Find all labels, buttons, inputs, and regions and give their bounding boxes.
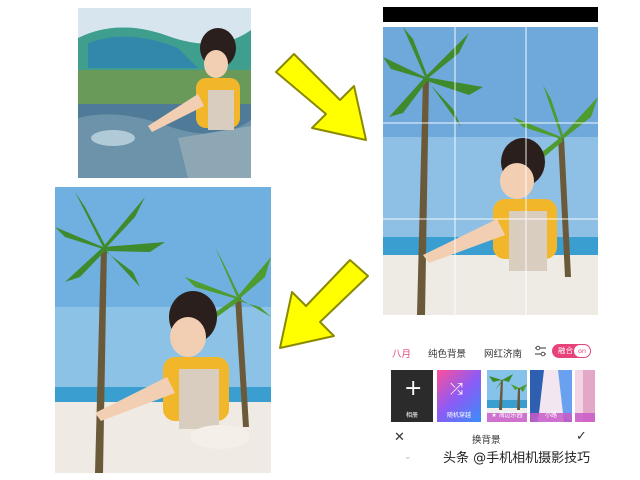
close-icon[interactable]: ✕ — [394, 430, 405, 445]
thumbnail-label: 小路 — [544, 412, 557, 419]
thumbnail-label: 随机穿越 — [446, 412, 471, 419]
plus-icon: + — [404, 376, 423, 401]
chevron-down-icon[interactable]: ⌄ — [404, 452, 412, 462]
arrow-left-down-icon — [279, 259, 369, 349]
background-tabs: 八月 纯色背景 网红济南 融合 on — [380, 342, 598, 362]
shuffle-icon: ⤮ — [450, 379, 463, 398]
tab-jinan[interactable]: 网红济南 — [484, 346, 522, 360]
beach-park-thumbnail[interactable]: ★ 海边乐园 — [487, 370, 527, 422]
partial-thumbnail[interactable] — [575, 370, 595, 422]
check-icon[interactable]: ✓ — [576, 429, 587, 444]
background-editor-panel: 八月 纯色背景 网红济南 融合 on + 相册 ⤮ 随机穿越 ★ 海边乐园 小路… — [380, 0, 598, 480]
editor-canvas[interactable] — [383, 27, 598, 315]
tab-august[interactable]: 八月 — [392, 346, 411, 360]
status-bar — [383, 7, 598, 22]
random-travel-thumbnail[interactable]: ⤮ 随机穿越 — [437, 370, 481, 422]
original-photo — [78, 8, 251, 178]
thumbnail-label: ★ 海边乐园 — [491, 412, 523, 419]
tab-solid-background[interactable]: 纯色背景 — [428, 346, 466, 360]
watermark: 头条 @手机相机摄影技巧 — [440, 449, 634, 469]
bottom-title: 换背景 — [472, 435, 501, 446]
result-photo — [55, 187, 271, 473]
sliders-icon[interactable] — [534, 345, 547, 357]
arrow-right-down-icon — [275, 53, 367, 141]
album-thumbnail[interactable]: + 相册 — [391, 370, 433, 422]
fusion-toggle[interactable]: 融合 on — [552, 344, 591, 358]
fusion-state: on — [574, 345, 590, 357]
thumbnail-label: 相册 — [405, 412, 418, 419]
fusion-label: 融合 — [558, 346, 573, 355]
editor-bottom-bar: ✕ 换背景 ✓ — [380, 428, 598, 448]
background-thumbnails: + 相册 ⤮ 随机穿越 ★ 海边乐园 小路 — [380, 370, 598, 426]
path-thumbnail[interactable]: 小路 — [530, 370, 572, 422]
